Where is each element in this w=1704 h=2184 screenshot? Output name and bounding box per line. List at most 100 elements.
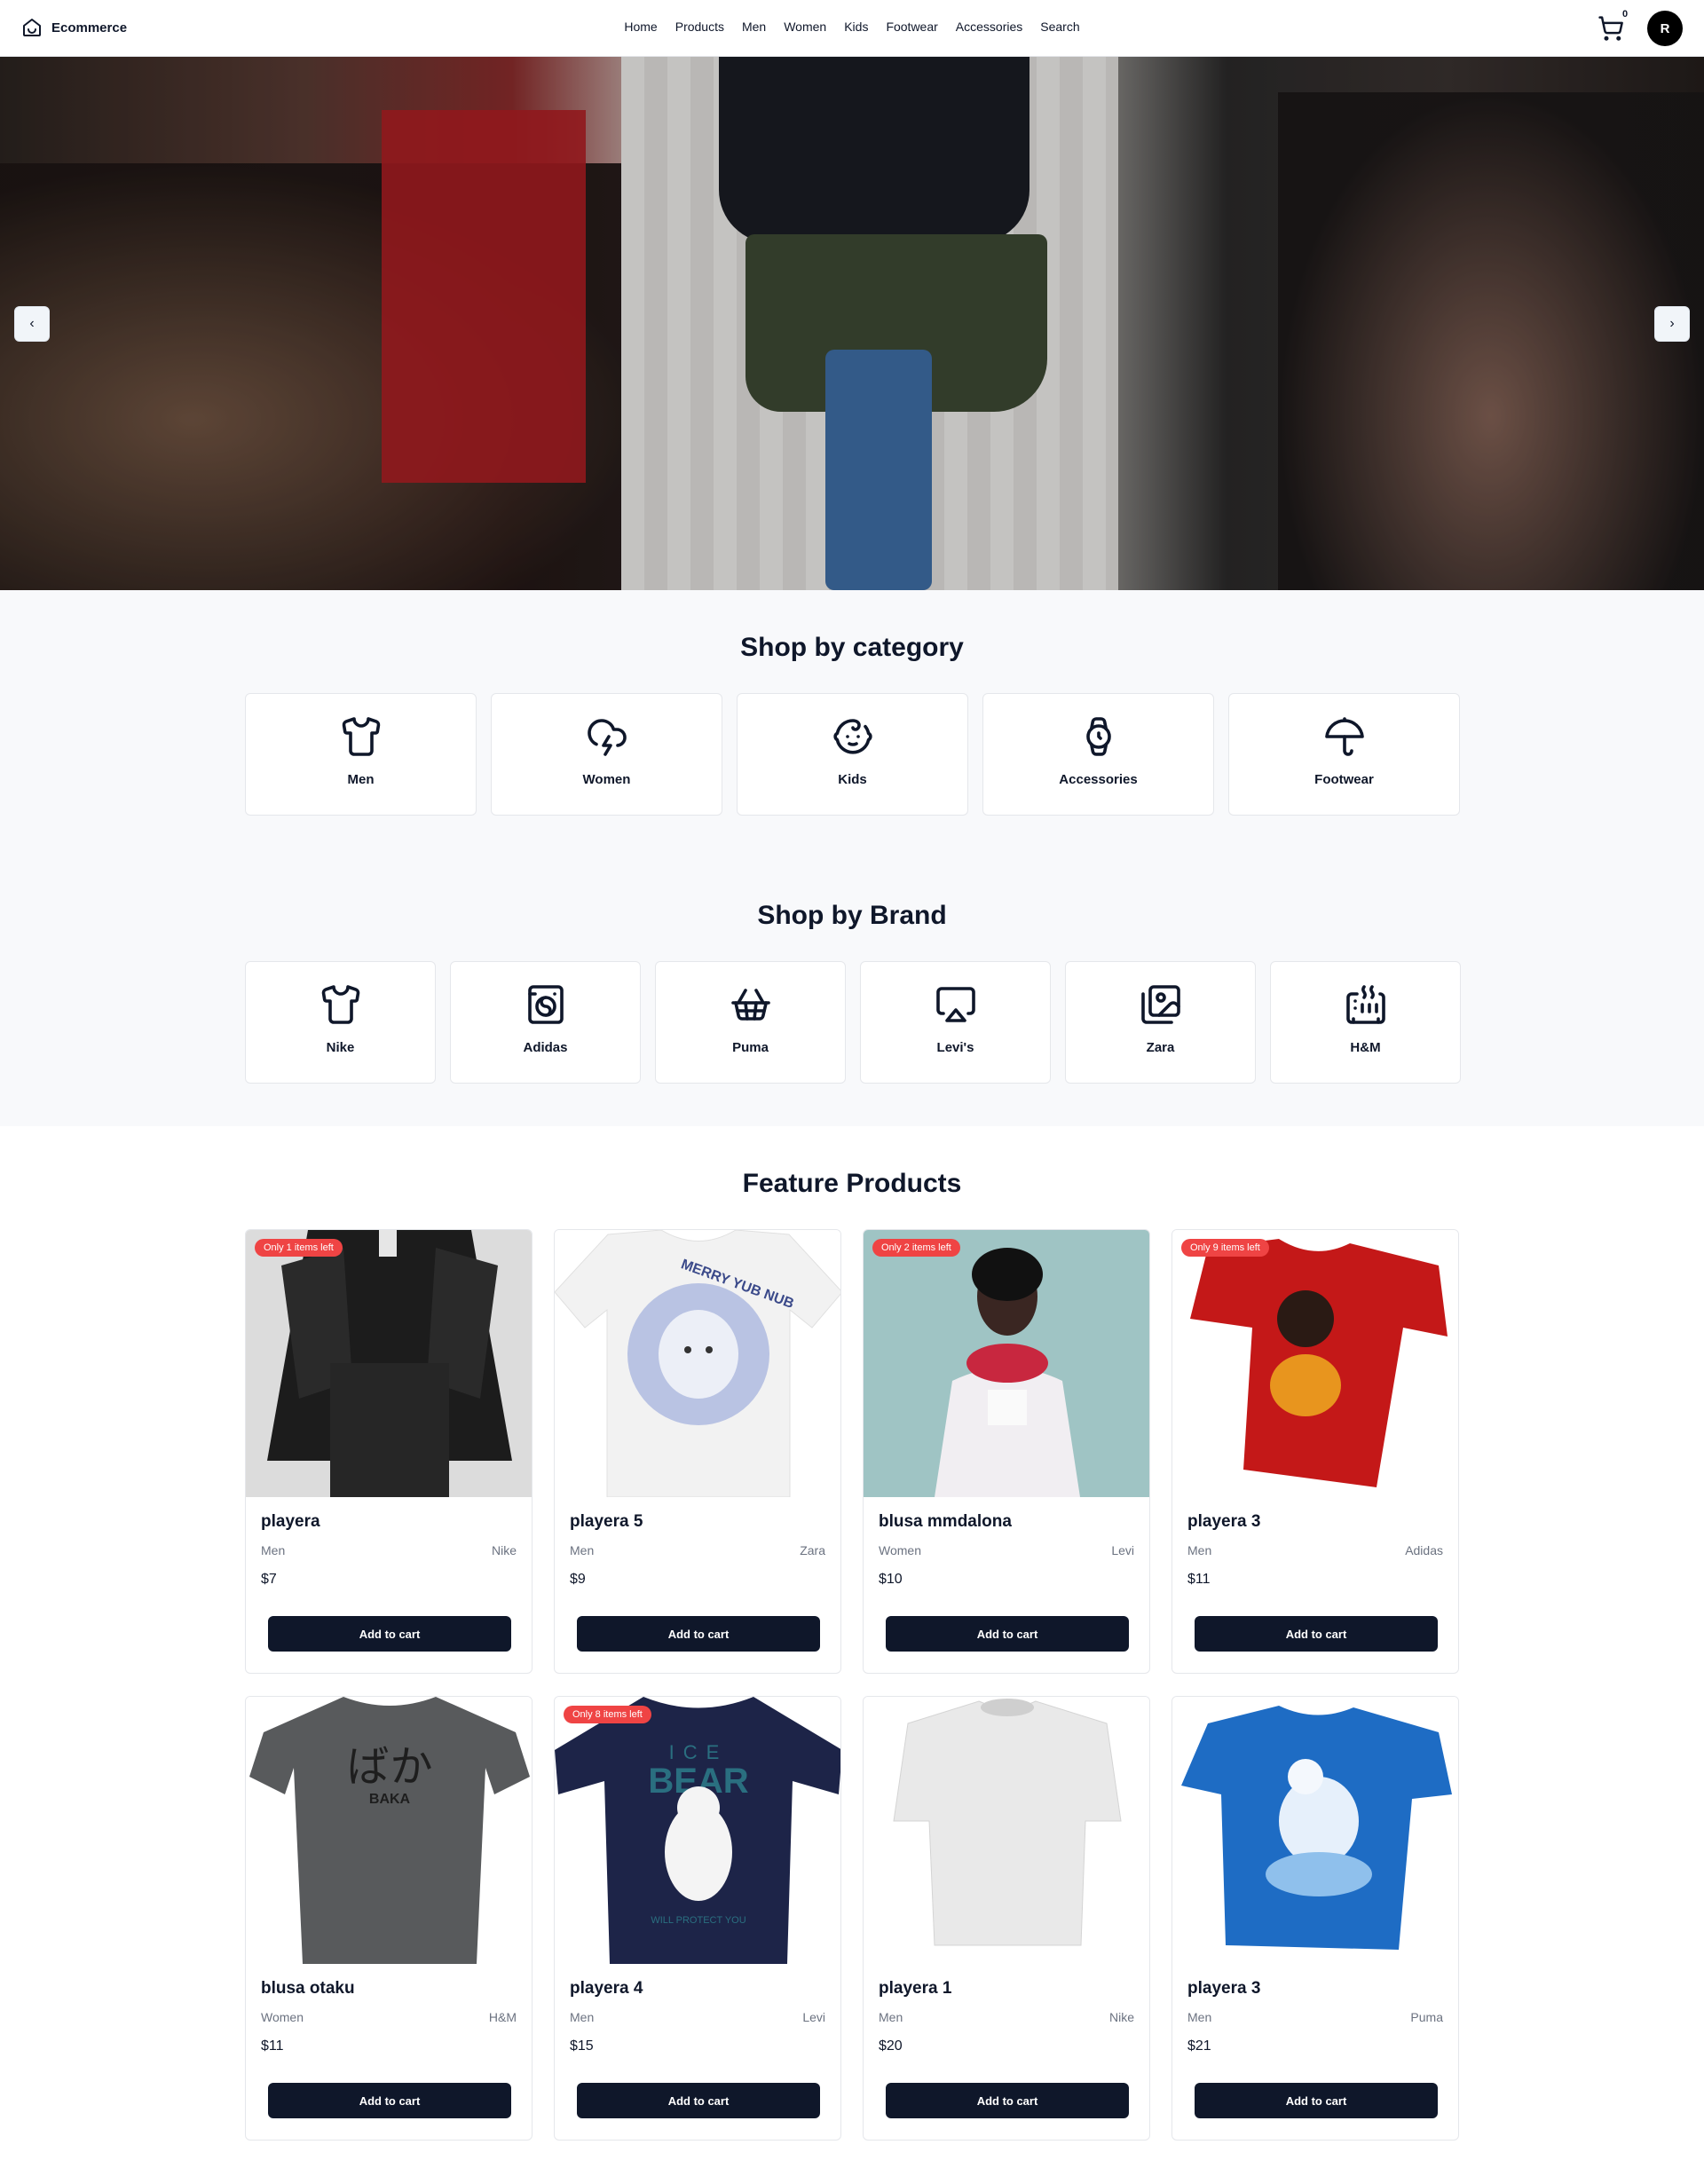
nav-women[interactable]: Women [784, 20, 826, 34]
product-price: $11 [261, 2038, 284, 2054]
category-label: Men [347, 772, 375, 787]
product-image[interactable] [864, 1697, 1149, 1964]
product-image[interactable]: ばか BAKA [246, 1697, 532, 1964]
product-category: Men [261, 1543, 286, 1557]
product-name: blusa mmdalona [879, 1512, 1012, 1531]
nav-products[interactable]: Products [675, 20, 724, 34]
add-to-cart-button[interactable]: Add to cart [1195, 2083, 1438, 2118]
add-to-cart-button[interactable]: Add to cart [268, 2083, 511, 2118]
product-category: Men [570, 2010, 595, 2024]
brand-card-zara[interactable]: Zara [1065, 961, 1256, 1084]
shirt-icon [321, 985, 359, 1024]
brand-card-nike[interactable]: Nike [245, 961, 436, 1084]
product-brand: H&M [488, 2010, 517, 2024]
brand-card-puma[interactable]: Puma [655, 961, 846, 1084]
category-label: Women [582, 772, 631, 787]
product-brand: Levi [1111, 1543, 1134, 1557]
product-category: Men [1187, 2010, 1212, 2024]
product-card[interactable]: ばか BAKA blusa otaku Women H&M $11 Add to… [245, 1696, 532, 2141]
product-card[interactable]: MERRY YUB NUB playera 5 Men Zara $9 Add … [554, 1229, 841, 1674]
brand-label: Zara [1146, 1040, 1175, 1055]
brand-section-title: Shop by Brand [757, 901, 947, 930]
add-to-cart-button[interactable]: Add to cart [1195, 1616, 1438, 1652]
product-card[interactable]: ICE BEAR WILL PROTECT YOU Only 8 items l… [554, 1696, 841, 2141]
category-section-title: Shop by category [740, 633, 964, 662]
category-card-accessories[interactable]: Accessories [982, 693, 1214, 816]
nav-footwear[interactable]: Footwear [886, 20, 937, 34]
product-name: playera 3 [1187, 1512, 1261, 1531]
baby-icon [832, 719, 872, 754]
carousel-prev-button[interactable]: ‹ [14, 306, 50, 342]
carousel-next-button[interactable]: › [1654, 306, 1690, 342]
images-icon [1140, 985, 1180, 1024]
product-brand: Nike [491, 1543, 517, 1557]
stock-badge: Only 8 items left [564, 1706, 651, 1723]
product-image[interactable] [1172, 1230, 1458, 1497]
nav-kids[interactable]: Kids [844, 20, 868, 34]
add-to-cart-button[interactable]: Add to cart [577, 2083, 820, 2118]
category-card-men[interactable]: Men [245, 693, 477, 816]
heater-icon [1345, 985, 1385, 1024]
product-category: Men [570, 1543, 595, 1557]
product-price: $9 [570, 1572, 586, 1587]
cart-icon[interactable] [1598, 15, 1624, 42]
stock-badge: Only 1 items left [255, 1239, 343, 1257]
product-price: $15 [570, 2038, 594, 2054]
category-card-kids[interactable]: Kids [737, 693, 968, 816]
nav-accessories[interactable]: Accessories [956, 20, 1022, 34]
category-label: Accessories [1059, 772, 1138, 787]
watch-icon [1085, 717, 1111, 756]
product-card[interactable]: Only 9 items left playera 3 Men Adidas $… [1172, 1229, 1459, 1674]
stock-badge: Only 2 items left [872, 1239, 960, 1257]
featured-section-title: Feature Products [742, 1169, 962, 1198]
nav-search[interactable]: Search [1040, 20, 1079, 34]
brand-card-adidas[interactable]: Adidas [450, 961, 641, 1084]
brand-card-levis[interactable]: Levi's [860, 961, 1051, 1084]
product-card[interactable]: playera 1 Men Nike $20 Add to cart [863, 1696, 1150, 2141]
brand-label: Nike [326, 1040, 355, 1055]
nav-home[interactable]: Home [624, 20, 657, 34]
product-name: playera 1 [879, 1979, 952, 1998]
product-price: $20 [879, 2038, 903, 2054]
add-to-cart-button[interactable]: Add to cart [886, 2083, 1129, 2118]
product-card[interactable]: Only 2 items left blusa mmdalona Women L… [863, 1229, 1150, 1674]
product-brand: Zara [800, 1543, 825, 1557]
product-image[interactable]: ICE BEAR WILL PROTECT YOU [555, 1697, 840, 1964]
avatar[interactable]: R [1647, 11, 1683, 46]
product-brand: Nike [1108, 2010, 1134, 2024]
product-category: Women [879, 1543, 921, 1557]
product-brand: Adidas [1405, 1543, 1443, 1557]
main-nav: Home Products Men Women Kids Footwear Ac… [0, 20, 1704, 34]
baka-jp-text: ばか [347, 1742, 433, 1792]
product-category: Women [261, 2010, 304, 2024]
hero-carousel: ‹ › [0, 57, 1704, 590]
product-price: $7 [261, 1572, 277, 1587]
brand-label: Adidas [523, 1040, 568, 1055]
product-name: blusa otaku [261, 1979, 355, 1998]
brand-label: Levi's [936, 1040, 974, 1055]
product-category: Men [879, 2010, 903, 2024]
product-image[interactable] [1172, 1697, 1458, 1964]
add-to-cart-button[interactable]: Add to cart [577, 1616, 820, 1652]
product-price: $10 [879, 1572, 903, 1587]
product-image[interactable] [246, 1230, 532, 1497]
brand-card-hm[interactable]: H&M [1270, 961, 1461, 1084]
product-brand: Puma [1410, 2010, 1443, 2024]
product-image[interactable] [864, 1230, 1149, 1497]
nav-men[interactable]: Men [742, 20, 766, 34]
product-price: $21 [1187, 2038, 1211, 2054]
add-to-cart-button[interactable]: Add to cart [268, 1616, 511, 1652]
product-price: $11 [1187, 1572, 1211, 1587]
product-card[interactable]: playera 3 Men Puma $21 Add to cart [1172, 1696, 1459, 2141]
brand-label: H&M [1350, 1040, 1381, 1055]
brand-label: Puma [732, 1040, 769, 1055]
product-image[interactable]: MERRY YUB NUB [555, 1230, 840, 1497]
category-card-footwear[interactable]: Footwear [1228, 693, 1460, 816]
add-to-cart-button[interactable]: Add to cart [886, 1616, 1129, 1652]
product-name: playera 3 [1187, 1979, 1261, 1998]
airplay-icon [935, 987, 975, 1022]
stock-badge: Only 9 items left [1181, 1239, 1269, 1257]
shirt-icon [342, 717, 380, 756]
product-card[interactable]: Only 1 items left playera Men Nike $7 Ad… [245, 1229, 532, 1674]
category-card-women[interactable]: Women [491, 693, 722, 816]
